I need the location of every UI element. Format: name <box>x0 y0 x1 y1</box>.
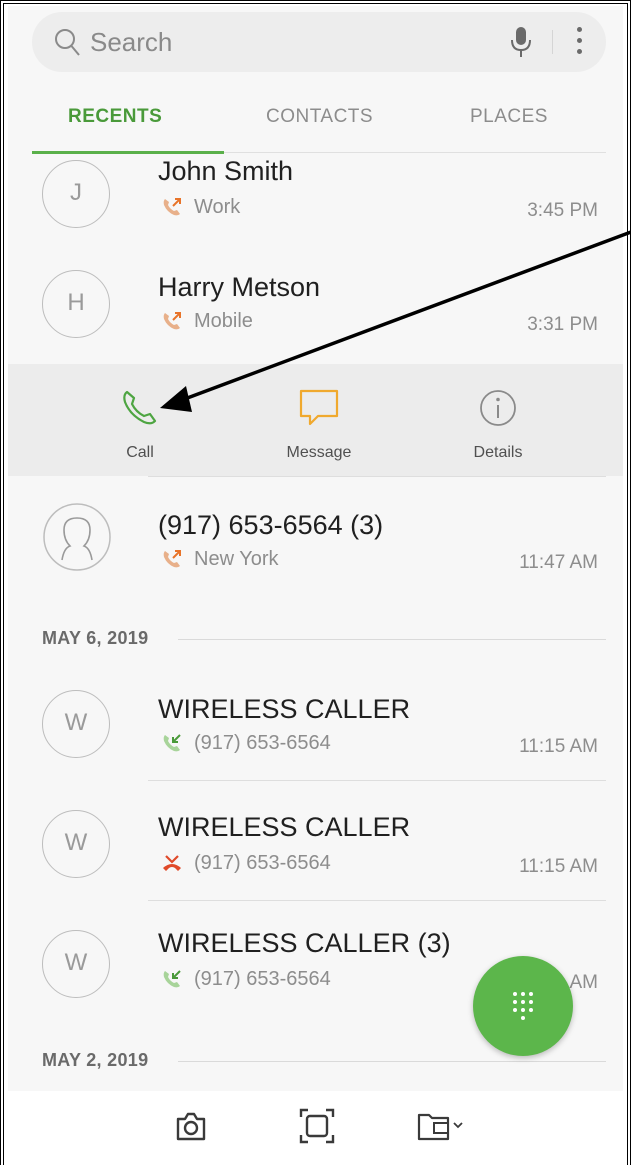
share-folder-icon[interactable] <box>416 1109 466 1143</box>
missed-call-icon <box>163 855 181 871</box>
scroll-capture-icon[interactable] <box>298 1107 336 1145</box>
call-detail: (917) 653-6564 <box>194 732 331 754</box>
search-icon <box>55 29 80 56</box>
microphone-icon[interactable] <box>510 26 532 58</box>
date-header: MAY 2, 2019 <box>42 1050 149 1070</box>
avatar: J <box>42 160 110 228</box>
search-input[interactable]: Search <box>90 27 172 58</box>
message-label: Message <box>286 444 352 461</box>
call-time: 11:15 AM <box>519 736 598 757</box>
active-tab-indicator <box>32 151 224 154</box>
screenshot-capture-icon[interactable] <box>174 1109 208 1143</box>
call-detail: (917) 653-6564 <box>194 968 331 990</box>
info-icon <box>480 390 516 426</box>
more-options-icon[interactable] <box>574 27 584 57</box>
search-divider <box>552 30 553 54</box>
dialpad-button[interactable] <box>473 956 573 1056</box>
outgoing-call-icon <box>163 312 181 330</box>
call-time: 3:31 PM <box>527 314 598 335</box>
call-detail: New York <box>194 548 279 570</box>
details-label: Details <box>473 444 523 461</box>
default-avatar-icon <box>43 503 111 571</box>
contact-name: Harry Metson <box>158 272 321 302</box>
call-time: 11:47 AM <box>519 552 598 573</box>
call-detail: Mobile <box>194 310 253 332</box>
contact-name: WIRELESS CALLER <box>158 812 411 842</box>
avatar: W <box>42 930 110 998</box>
tab-contacts[interactable]: CONTACTS <box>266 106 373 128</box>
date-header: MAY 6, 2019 <box>42 628 149 648</box>
call-label: Call <box>126 444 154 461</box>
search-bar[interactable]: Search <box>32 12 606 72</box>
incoming-call-icon <box>163 970 181 988</box>
message-icon <box>299 389 339 426</box>
avatar: H <box>42 270 110 338</box>
phone-icon <box>123 390 157 425</box>
call-time: 11:15 AM <box>519 856 598 877</box>
outgoing-call-icon <box>163 550 181 568</box>
contact-name: WIRELESS CALLER <box>158 694 411 724</box>
incoming-call-icon <box>163 734 181 752</box>
quick-actions-panel: Call Message Details <box>8 364 623 476</box>
tab-recents[interactable]: RECENTS <box>68 106 162 128</box>
call-time: 3:45 PM <box>527 200 598 221</box>
row-divider <box>148 476 606 477</box>
contact-name: (917) 653-6564 (3) <box>158 510 384 540</box>
outgoing-call-icon <box>163 198 181 216</box>
call-detail: (917) 653-6564 <box>194 852 331 874</box>
call-detail: Work <box>194 196 241 218</box>
row-divider <box>148 900 606 901</box>
tab-places[interactable]: PLACES <box>470 106 548 128</box>
date-divider <box>178 1061 606 1062</box>
avatar: W <box>42 810 110 878</box>
phone-app: Search RECENTS CONTACTS PLACES J John Sm… <box>8 6 623 1091</box>
avatar: W <box>42 690 110 758</box>
date-divider <box>178 639 606 640</box>
contact-name: WIRELESS CALLER (3) <box>158 928 451 958</box>
bottom-toolbar <box>8 1091 623 1165</box>
dialpad-icon <box>513 992 533 1020</box>
contact-name: John Smith <box>158 156 294 186</box>
tab-divider <box>224 152 606 153</box>
row-divider <box>148 780 606 781</box>
